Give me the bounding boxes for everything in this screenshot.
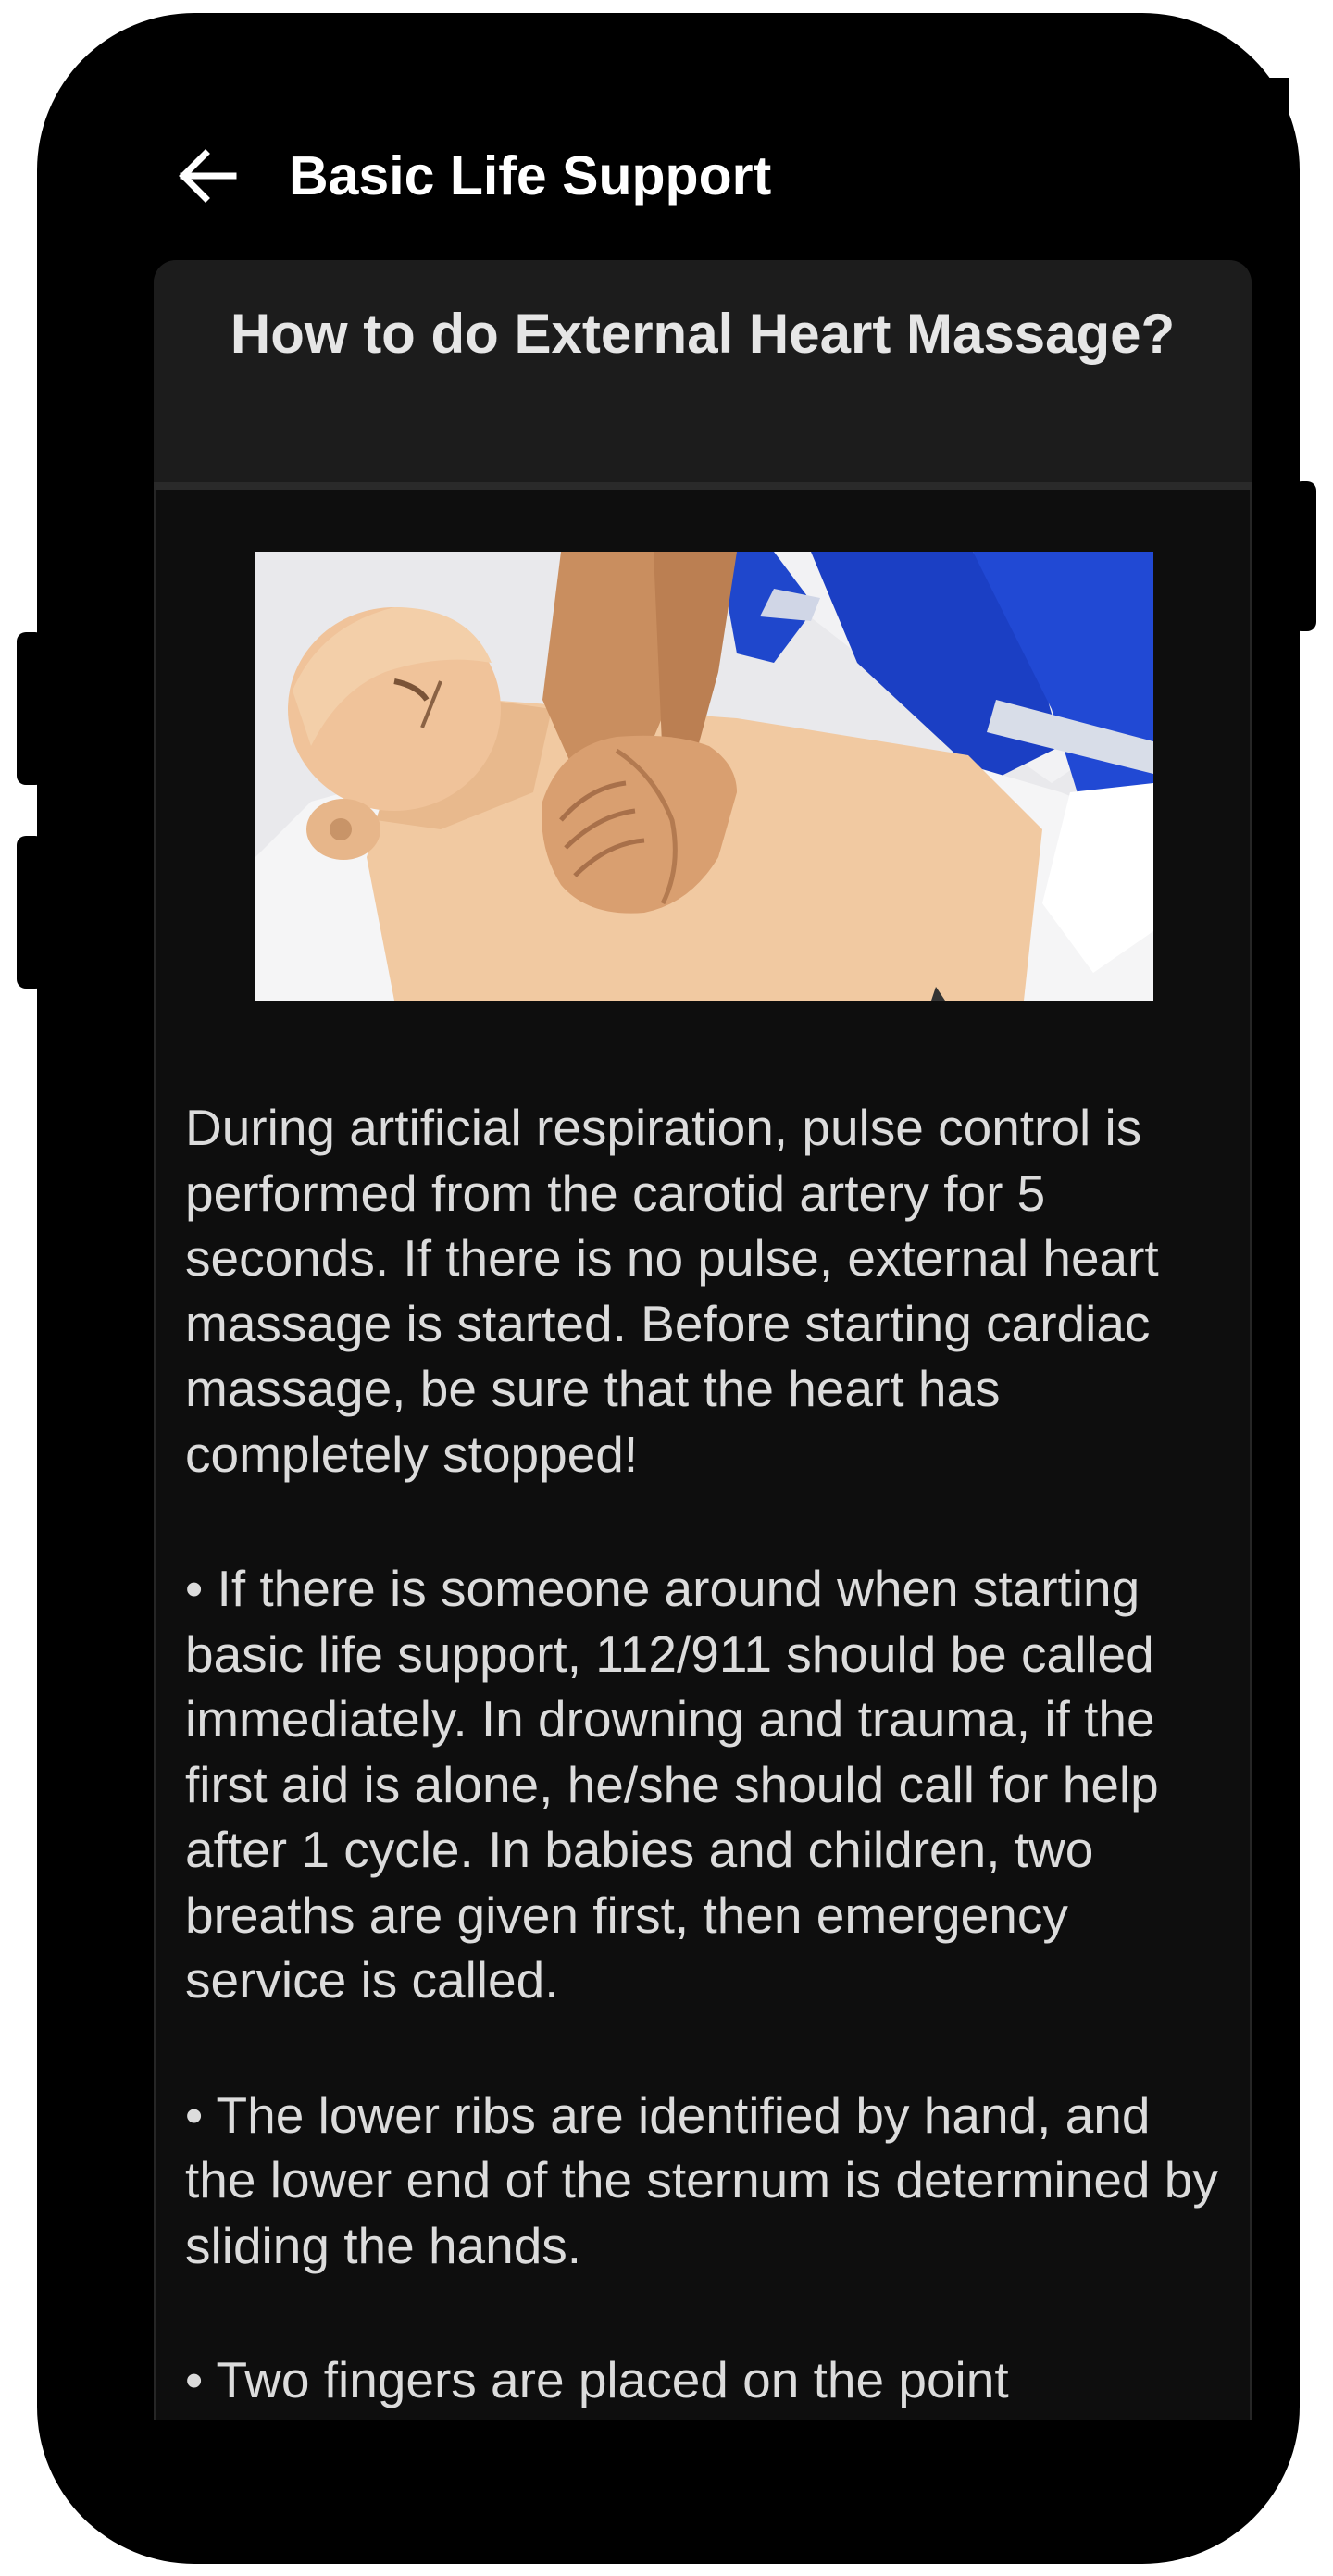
app-bar: Basic Life Support — [118, 78, 1289, 263]
arrow-left-icon — [179, 149, 237, 203]
cpr-illustration-image — [255, 552, 1153, 1001]
list-item: • The lower ribs are identified by hand,… — [185, 2085, 1218, 2274]
screen: Basic Life Support How to do External He… — [118, 78, 1289, 2420]
card-title: How to do External Heart Massage? — [230, 303, 1176, 365]
paragraph: During artificial respiration, pulse con… — [185, 1099, 1159, 1483]
app-title: Basic Life Support — [289, 145, 772, 206]
content-card: How to do External Heart Massage? During… — [154, 260, 1252, 2420]
card-header: How to do External Heart Massage? — [154, 260, 1252, 482]
back-button[interactable] — [170, 139, 244, 213]
article-body: During artificial respiration, pulse con… — [185, 1095, 1231, 2420]
card-divider — [154, 482, 1252, 490]
list-item: • If there is someone around when starti… — [185, 1560, 1159, 2009]
card-border-right — [1250, 490, 1252, 2420]
phone-frame: Basic Life Support How to do External He… — [37, 13, 1300, 2564]
card-border-left — [154, 490, 156, 2420]
list-item: • Two fingers are placed on the point — [185, 2351, 1009, 2408]
